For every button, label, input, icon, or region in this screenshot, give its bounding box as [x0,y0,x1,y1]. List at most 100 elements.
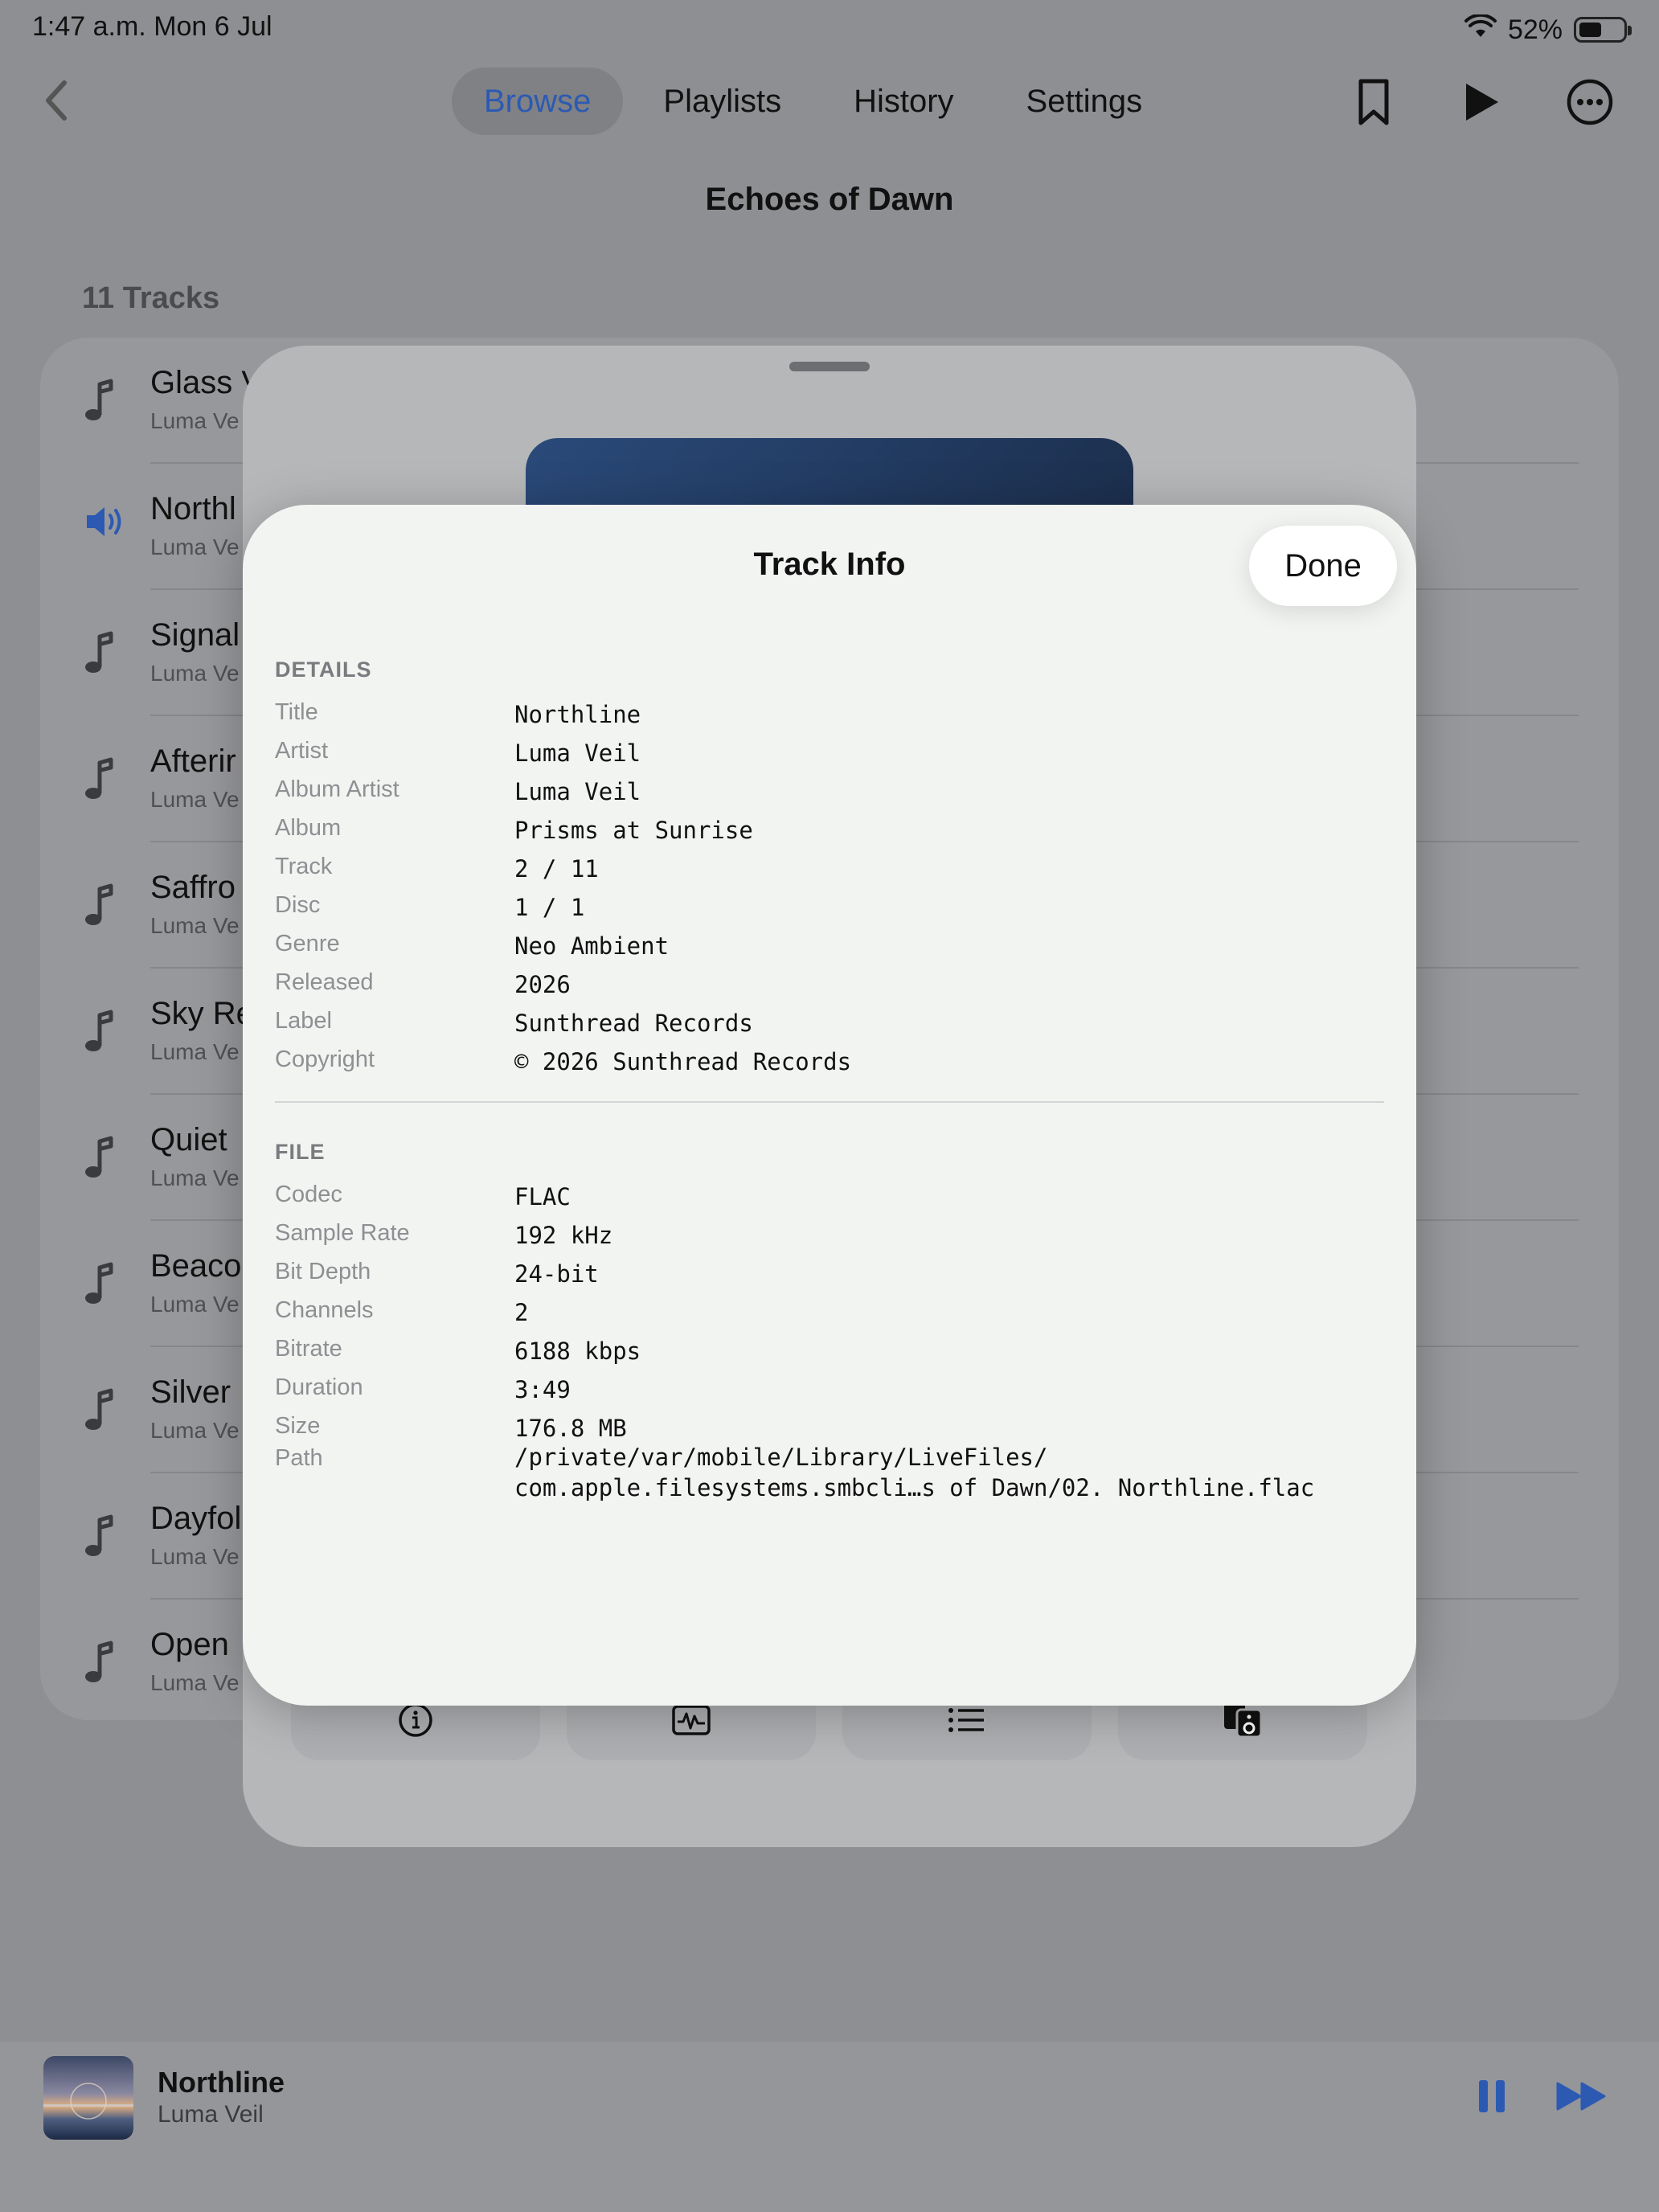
track-artist: Luma Ve [150,1039,240,1064]
track-artist: Luma Ve [150,787,240,812]
music-note-icon [84,378,124,426]
track-title: Quiet [150,1122,227,1157]
music-note-icon [84,630,124,678]
battery-icon [1574,17,1632,43]
path-line-2: com.apple.filesystems.smbcli…s of Dawn/0… [514,1474,1315,1501]
album-title: Echoes of Dawn [705,182,954,217]
info-label: Path [275,1445,323,1471]
info-label: Channels [275,1297,374,1323]
info-row-disc: Disc 1 / 1 [275,892,1400,931]
info-label: Track [275,854,333,879]
info-row-title: Title Northline [275,699,1400,738]
info-value: 6188 kbps [514,1337,641,1365]
track-info-sheet: Track Info Done DETAILS Title Northline Ar… [243,505,1416,1706]
tab-playlists[interactable]: Playlists [631,68,813,135]
music-note-icon [85,1514,113,1556]
tab-settings[interactable]: Settings [994,68,1175,135]
track-artist: Luma Ve [150,1418,240,1443]
music-note-icon [85,1388,113,1430]
music-note-icon [84,1640,124,1688]
info-label: Codec [275,1182,342,1207]
music-note-icon [84,756,124,805]
track-title: Signal [150,617,240,653]
info-row-label: Label Sunthread Records [275,1008,1400,1047]
speaker-icon [84,504,124,552]
info-row-duration: Duration 3:49 [275,1374,1400,1413]
sheet-title: Track Info [753,547,906,582]
info-label: Duration [275,1374,363,1400]
info-label: Bitrate [275,1336,342,1362]
track-title: Saffro [150,870,236,905]
next-button[interactable] [1556,2077,1608,2116]
back-button[interactable] [40,76,88,125]
info-label: Size [275,1413,321,1439]
info-row-path: Path /private/var/mobile/Library/LiveFil… [275,1444,1400,1518]
fast-forward-icon [1556,2082,1606,2111]
tab-history[interactable]: History [821,68,985,135]
music-note-icon [84,1387,124,1436]
info-value: Luma Veil [514,739,641,767]
info-label: Copyright [275,1047,375,1072]
sheet-grabber[interactable] [789,362,870,371]
track-title: Sky Re [150,996,254,1031]
info-value: 2 [514,1299,529,1326]
track-title: Dayfol [150,1501,242,1536]
status-time: 1:47 a.m. Mon 6 Jul [32,11,272,42]
more-button[interactable] [1562,74,1618,130]
info-value: 2 / 11 [514,855,599,883]
pause-icon [1479,2080,1505,2112]
info-row-copyright: Copyright © 2026 Sunthread Records [275,1047,1400,1085]
info-label: Album [275,815,342,841]
info-value: Neo Ambient [514,932,670,960]
info-label: Sample Rate [275,1220,410,1246]
mini-player[interactable]: Northline Luma Veil [0,2042,1659,2212]
track-artist: Luma Ve [150,1165,240,1190]
section-divider [275,1101,1384,1103]
info-row-track: Track 2 / 11 [275,854,1400,892]
info-row-bit-depth: Bit Depth 24-bit [275,1259,1400,1297]
pause-button[interactable] [1476,2077,1508,2116]
info-value: 3:49 [514,1376,571,1403]
now-playing-title: Northline [158,2066,285,2099]
path-line-1: /private/var/mobile/Library/LiveFiles/ [514,1444,1048,1471]
ellipsis-circle-icon [1567,79,1613,125]
music-note-icon [85,1136,113,1178]
track-artist: Luma Ve [150,1292,240,1317]
track-artist: Luma Ve [150,1544,240,1569]
track-title: Open [150,1627,229,1662]
info-value: Sunthread Records [514,1010,753,1037]
info-row-sample-rate: Sample Rate 192 kHz [275,1220,1400,1259]
info-value: 176.8 MB [514,1415,627,1442]
done-button[interactable]: Done [1249,526,1397,606]
tab-bar: Browse Playlists History Settings [452,68,1174,135]
file-header: FILE [275,1140,326,1164]
music-note-icon [85,883,113,925]
info-label: Released [275,969,374,995]
music-note-icon [85,631,113,673]
info-value: Luma Veil [514,778,641,805]
now-playing-artist: Luma Veil [158,2101,264,2128]
music-note-icon [85,757,113,799]
tab-browse[interactable]: Browse [452,68,624,135]
track-title: Afterir [150,743,236,779]
now-playing-artwork [43,2056,133,2140]
speakers-icon [1224,1703,1263,1739]
music-note-icon [85,1641,113,1682]
info-value: © 2026 Sunthread Records [514,1048,852,1075]
info-row-genre: Genre Neo Ambient [275,931,1400,969]
info-icon [399,1703,432,1737]
track-title: Silver [150,1374,231,1410]
info-label: Label [275,1008,332,1034]
track-artist: Luma Ve [150,535,240,559]
music-note-icon [84,1514,124,1562]
battery-percent: 52% [1507,14,1563,45]
info-row-bitrate: Bitrate 6188 kbps [275,1336,1400,1374]
bookmark-icon [1358,79,1389,125]
music-note-icon [84,1009,124,1057]
bookmark-button[interactable] [1346,74,1402,130]
music-note-icon [84,883,124,931]
status-indicators: 52% [1464,11,1632,48]
play-button[interactable] [1453,74,1509,130]
track-artist: Luma Ve [150,1670,240,1695]
track-artist: Luma Ve [150,408,240,433]
